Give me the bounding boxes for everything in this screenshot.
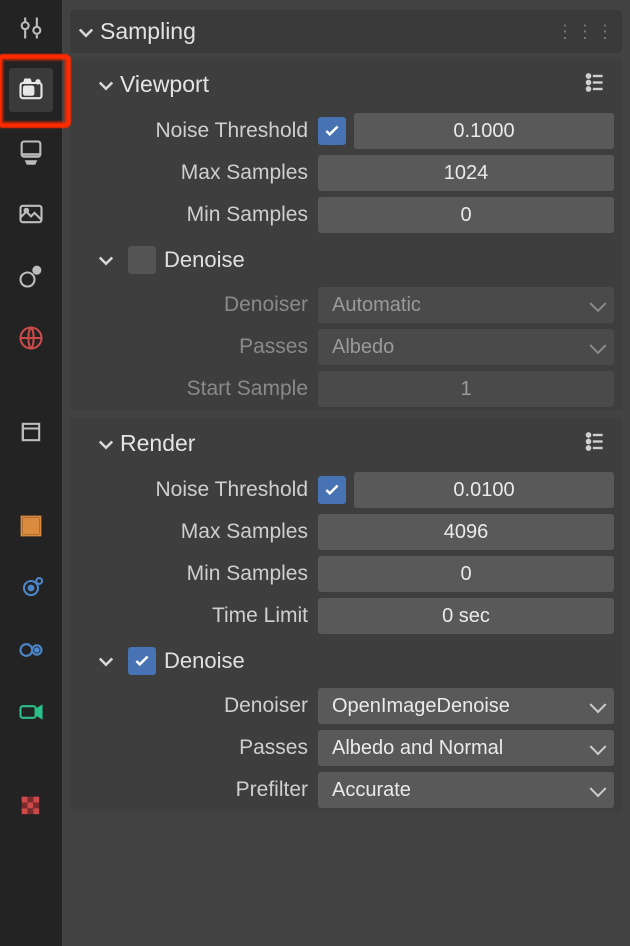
- render-denoiser-dropdown[interactable]: OpenImageDenoise: [318, 688, 614, 724]
- render-prefilter-dropdown[interactable]: Accurate: [318, 772, 614, 808]
- viewport-denoise-title: Denoise: [164, 247, 245, 273]
- tab-material[interactable]: [9, 784, 53, 828]
- viewport-passes-dropdown[interactable]: Albedo: [318, 329, 614, 365]
- chevron-down-icon: [96, 651, 116, 671]
- preset-menu-icon[interactable]: [582, 428, 608, 459]
- viewport-passes-label: Passes: [78, 335, 318, 359]
- render-passes-label: Passes: [78, 736, 318, 760]
- tab-scene[interactable]: [9, 254, 53, 298]
- render-denoise-title: Denoise: [164, 648, 245, 674]
- viewport-max-samples-label: Max Samples: [78, 161, 318, 185]
- tab-particles[interactable]: [9, 566, 53, 610]
- panel-sampling-header[interactable]: Sampling ⋮⋮⋮: [70, 10, 622, 53]
- panel-sampling-title: Sampling: [100, 18, 196, 45]
- viewport-title: Viewport: [120, 71, 209, 98]
- render-title: Render: [120, 430, 195, 457]
- chevron-down-icon: [96, 250, 116, 270]
- tab-physics[interactable]: [9, 628, 53, 672]
- tab-object[interactable]: [9, 410, 53, 454]
- tab-constraints[interactable]: [9, 690, 53, 734]
- render-denoise-header[interactable]: Denoise: [70, 637, 622, 685]
- viewport-noise-threshold-checkbox[interactable]: [318, 117, 346, 145]
- tab-output[interactable]: [9, 130, 53, 174]
- subpanel-viewport-header[interactable]: Viewport: [70, 59, 622, 110]
- viewport-start-sample-label: Start Sample: [78, 377, 318, 401]
- render-max-samples-label: Max Samples: [78, 520, 318, 544]
- render-time-limit-label: Time Limit: [78, 604, 318, 628]
- tab-world[interactable]: [9, 316, 53, 360]
- render-properties-panel: Sampling ⋮⋮⋮ Viewport Noise Threshold: [62, 0, 630, 946]
- render-time-limit-field[interactable]: 0 sec: [318, 598, 614, 634]
- viewport-start-sample-field[interactable]: 1: [318, 371, 614, 407]
- viewport-denoise-checkbox[interactable]: [128, 246, 156, 274]
- viewport-min-samples-field[interactable]: 0: [318, 197, 614, 233]
- render-denoiser-label: Denoiser: [78, 694, 318, 718]
- viewport-noise-threshold-field[interactable]: 0.1000: [354, 113, 614, 149]
- tab-tool[interactable]: [9, 6, 53, 50]
- render-noise-threshold-checkbox[interactable]: [318, 476, 346, 504]
- render-passes-dropdown[interactable]: Albedo and Normal: [318, 730, 614, 766]
- drag-grip-icon[interactable]: ⋮⋮⋮: [556, 21, 616, 42]
- viewport-denoiser-dropdown[interactable]: Automatic: [318, 287, 614, 323]
- tab-render[interactable]: [9, 68, 53, 112]
- subpanel-render-header[interactable]: Render: [70, 418, 622, 469]
- render-min-samples-label: Min Samples: [78, 562, 318, 586]
- properties-tabs-sidebar: [0, 0, 62, 946]
- viewport-max-samples-field[interactable]: 1024: [318, 155, 614, 191]
- chevron-down-icon: [96, 434, 116, 454]
- tab-modifiers[interactable]: [9, 504, 53, 548]
- render-denoise-checkbox[interactable]: [128, 647, 156, 675]
- render-noise-threshold-label: Noise Threshold: [78, 478, 318, 502]
- chevron-down-icon: [96, 75, 116, 95]
- viewport-noise-threshold-label: Noise Threshold: [78, 119, 318, 143]
- render-max-samples-field[interactable]: 4096: [318, 514, 614, 550]
- viewport-denoise-header[interactable]: Denoise: [70, 236, 622, 284]
- render-noise-threshold-field[interactable]: 0.0100: [354, 472, 614, 508]
- viewport-min-samples-label: Min Samples: [78, 203, 318, 227]
- viewport-denoiser-label: Denoiser: [78, 293, 318, 317]
- render-min-samples-field[interactable]: 0: [318, 556, 614, 592]
- preset-menu-icon[interactable]: [582, 69, 608, 100]
- render-prefilter-label: Prefilter: [78, 778, 318, 802]
- tab-viewlayer[interactable]: [9, 192, 53, 236]
- chevron-down-icon: [76, 22, 96, 42]
